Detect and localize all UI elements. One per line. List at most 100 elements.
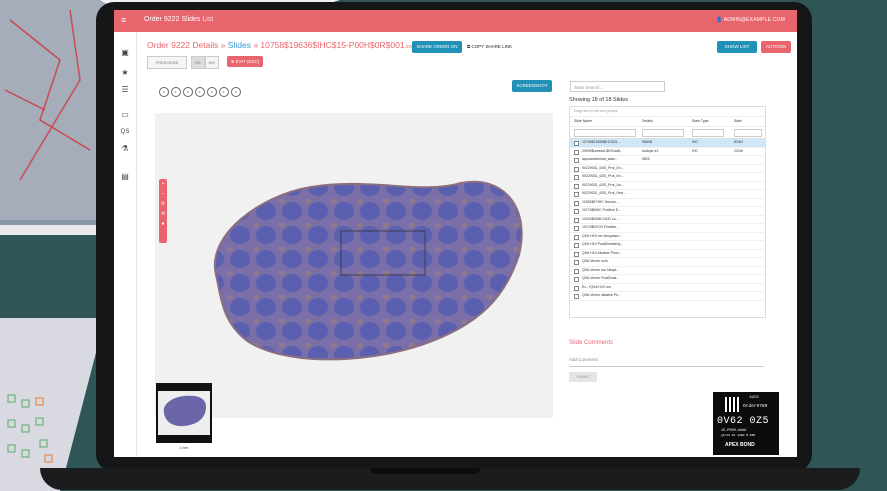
cell-stain: CD3e [734,148,743,153]
table-row[interactable]: 90229031_6SS_Prot_En... [570,165,765,173]
breadcrumb-slides[interactable]: Slides [228,40,251,50]
submit-comment-button[interactable]: SUBMIT [569,372,597,382]
table-row[interactable]: 10719$0IHC Positive E... [570,207,765,216]
row-checkbox[interactable] [574,209,579,214]
row-checkbox[interactable] [574,217,579,223]
col-slide-name[interactable]: Slide Name [574,117,592,126]
rotate-right-button[interactable]: ⟳ [159,199,167,209]
show-list-button[interactable]: SHOW LIST [717,41,757,53]
cell-slide-name: 90229031_6SS_Prot_En... [582,165,624,170]
image-icon[interactable]: ▭ [120,110,130,120]
row-checkbox[interactable] [574,294,579,299]
tool-icon-5[interactable]: ◐ [207,87,217,97]
toggle-he[interactable]: HE [191,56,205,69]
exit-label: EXIT (ESC) [235,59,260,64]
zoom-in-button[interactable]: + [159,179,167,189]
row-checkbox[interactable] [574,192,579,197]
grid-icon[interactable]: ▣ [120,48,130,58]
table-row[interactable]: QSA H19 Alcaline Phos... [570,250,765,258]
comment-icon[interactable]: ▤ [120,172,130,182]
table-row[interactable]: 10324$0489-Cd31 cu... [570,216,765,224]
col-stain-type[interactable]: Stain Type [692,117,708,126]
menu-icon[interactable]: ≡ [121,15,126,25]
table-header: Slide Name Details Stain Type Stain [570,117,765,127]
row-checkbox[interactable] [574,183,579,189]
copy-share-link[interactable]: ⧉ COPY SHARE LINK [467,44,512,49]
share-order-button[interactable]: SHARE ORDER ON [412,41,462,53]
zoom-out-button[interactable]: − [159,189,167,199]
row-checkbox[interactable] [574,166,579,172]
filter-type[interactable] [692,129,724,137]
table-row[interactable]: aqumarafurmat_stain... 9820 [570,156,765,165]
cell-slide-name: 23999$unresol.$IHCaa$... [582,148,623,153]
slide-viewer[interactable]: + − ⟳ ⟲ ● [155,113,553,418]
tool-icon-2[interactable]: ◐ [171,87,181,97]
table-row[interactable]: 10719$0YCD Positive... [570,224,765,233]
list-icon[interactable]: ☰ [120,85,130,95]
table-row[interactable]: 11852$0YIHC Human... [570,199,765,207]
slide-thumbnail[interactable] [156,383,212,443]
tissue-image [213,180,523,361]
col-details[interactable]: Details [642,117,653,126]
breadcrumb-sep: » [218,40,228,50]
row-checkbox[interactable] [574,141,579,146]
row-group-dropzone[interactable]: Drag here to set row groups [570,107,765,117]
row-checkbox[interactable] [574,285,579,291]
label-code: 0V62 0Z5 [717,416,770,427]
cell-slide-name: 10719$0IHC Positive E... [582,208,622,212]
row-checkbox[interactable] [574,149,579,155]
scale-bar: 1 mm [179,446,189,450]
table-row[interactable]: QSA Vector alkaline Ph... [570,292,765,301]
filter-name[interactable] [574,129,636,137]
exit-button[interactable]: ⊗ EXIT (ESC) [227,56,263,67]
filter-details[interactable] [642,129,684,137]
row-checkbox[interactable] [574,243,579,248]
row-checkbox[interactable] [574,277,579,282]
reset-view-button[interactable]: ● [159,219,167,229]
row-checkbox[interactable] [574,234,579,240]
cell-stain: 8C6H [734,140,743,144]
star-icon[interactable]: ★ [120,68,130,78]
row-checkbox[interactable] [574,175,579,180]
cell-details: 9880B [642,140,653,144]
tool-icon-6[interactable]: ◐ [219,87,229,97]
table-row[interactable]: 90229031_6SS_Prot_Hea... [570,190,765,199]
table-row[interactable]: QSA Vector som [570,258,765,267]
screenshot-button[interactable]: SCREENSHOT [512,80,552,92]
tool-icon-7[interactable]: ◐ [231,87,241,97]
table-row[interactable]: 10758$19636$IHC$15... 9880B IHC 8C6H [570,139,765,148]
table-row[interactable]: 23999$unresol.$IHCaa$... Isotope #1 IHC CD3… [570,148,765,156]
comment-input[interactable]: Add Comment [569,357,764,367]
breadcrumb-order[interactable]: Order 9222 Details [147,40,218,50]
row-checkbox[interactable] [574,268,579,274]
app-screen: ≡ Order 9222 Slides List 👤 ADMIN@EXAMPLE… [114,10,797,457]
row-checkbox[interactable] [574,226,579,231]
cell-slide-name: QSA Vector alkaline Ph... [582,293,622,297]
rotate-left-button[interactable]: ⟲ [159,209,167,219]
tool-icon-3[interactable]: ◐ [183,87,193,97]
table-row[interactable]: QSA H19 ron Neoplasm... [570,233,765,241]
tool-icon-1[interactable]: ◐ [159,87,169,97]
actions-button[interactable]: ACTIONS [761,41,791,53]
row-checkbox[interactable] [574,200,579,206]
top-bar: ≡ Order 9222 Slides List 👤 ADMIN@EXAMPLE… [114,10,797,32]
col-stain[interactable]: Stain [734,117,742,126]
view-mode-toggle[interactable]: FREEMODE [147,56,187,69]
row-checkbox[interactable] [574,158,579,163]
laptop-notch [370,468,480,474]
row-checkbox[interactable] [574,260,579,265]
row-checkbox[interactable] [574,251,579,257]
toggle-ihc[interactable]: IHC [205,56,219,69]
slide-search-input[interactable]: Slide Search... [570,81,665,92]
tool-icon-4[interactable]: ◐ [195,87,205,97]
table-row[interactable]: QSA Vector PostDmal... [570,275,765,284]
table-row[interactable]: Ex -+QSA H19 ron [570,284,765,292]
table-row[interactable]: 90229031_6SS_Prot_Un... [570,182,765,190]
user-menu[interactable]: 👤 ADMIN@EXAMPLE.COM [716,17,785,23]
qs-icon[interactable]: QS [120,127,130,137]
microscope-icon[interactable]: ⚗ [120,144,130,154]
filter-stain[interactable] [734,129,762,137]
table-row[interactable]: QSA Vector ron Neopl... [570,267,765,275]
table-row[interactable]: 90229031_6SS_Prot_En... [570,173,765,182]
table-row[interactable]: QSA H19 PostDmaldehy... [570,241,765,250]
